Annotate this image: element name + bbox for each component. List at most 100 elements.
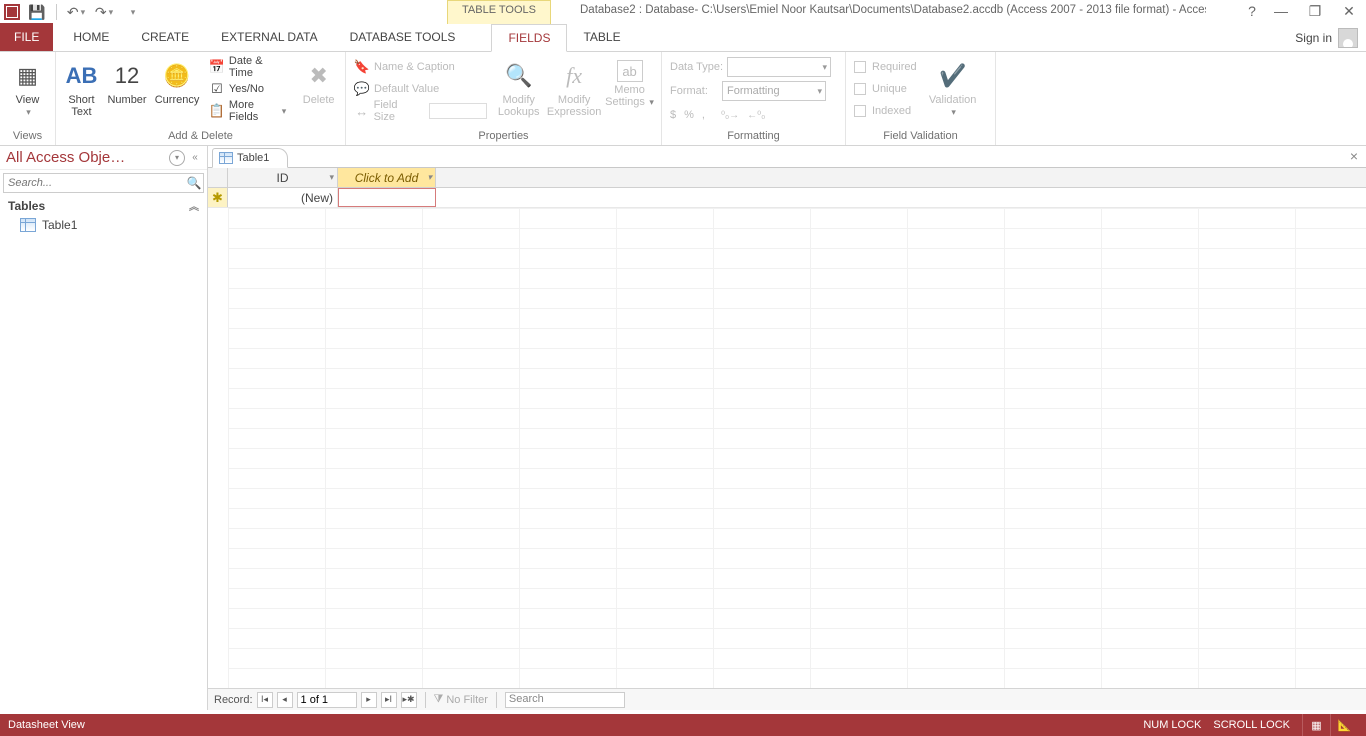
nav-group-label: Tables [8,199,45,213]
select-all-corner[interactable] [208,168,228,187]
cell-active-new[interactable] [338,188,436,207]
column-dropdown-icon[interactable]: ▾ [329,172,334,183]
view-design-icon[interactable]: 📐 [1330,714,1358,736]
comma-format-icon: , [702,109,705,121]
format-label: Format: [670,85,718,97]
data-type-combo [727,57,831,77]
data-type-label: Data Type: [670,61,723,73]
group-field-validation: Field Validation [852,128,989,145]
default-value-icon: 💬 [354,81,370,97]
validation-label: Validation [929,94,977,106]
tab-file[interactable]: FILE [0,23,53,51]
qat-sep [56,4,57,20]
tab-table[interactable]: TABLE [567,23,636,51]
modify-expression-label: ModifyExpression [547,94,601,118]
more-fields-label: More Fields [229,99,276,123]
group-properties: Properties [352,128,655,145]
checkbox-icon [854,61,866,73]
tag-icon: 🔖 [354,59,370,75]
short-text-button[interactable]: AB ShortText [62,56,101,118]
column-dropdown-icon[interactable]: ▾ [427,172,432,183]
required-label: Required [872,61,917,73]
record-position-input[interactable] [297,692,357,708]
required-checkbox: Required [852,56,919,78]
tab-home[interactable]: HOME [57,23,125,51]
field-size-icon: ↔ [354,103,370,119]
view-button[interactable]: ▦ View▾ [6,56,49,118]
default-value-label: Default Value [374,83,439,95]
name-caption-button: 🔖Name & Caption [352,56,489,78]
delete-button: ✖ Delete [298,56,339,106]
record-prev-icon[interactable]: ◂ [277,692,293,708]
calendar-icon: 📅 [209,59,225,75]
number-button[interactable]: 12 Number [105,56,149,106]
sign-in-link[interactable]: Sign in [1295,31,1332,45]
record-search-input[interactable]: Search [505,692,625,708]
qat-save-icon[interactable]: 💾 [26,1,48,23]
search-icon[interactable]: 🔍 [185,176,203,190]
row-selector-new[interactable]: ✱ [208,188,228,207]
yes-no-button[interactable]: ☑ Yes/No [207,78,288,100]
column-header-click-to-add[interactable]: Click to Add ▾ [338,168,436,187]
datasheet-view-icon: ▦ [12,60,44,92]
group-views: Views [6,128,49,145]
record-last-icon[interactable]: ▸I [381,692,397,708]
qat-customize-icon[interactable]: ▾ [121,1,143,23]
qat-redo-icon[interactable]: ↷▾ [93,1,115,23]
table-icon [20,218,36,232]
restore-icon[interactable]: ❐ [1298,0,1332,22]
checkbox-icon: ☑ [209,81,225,97]
tab-create[interactable]: CREATE [125,23,205,51]
document-tab-table1[interactable]: Table1 [212,148,288,168]
currency-format-icon: $ [670,109,676,121]
close-icon[interactable]: ✕ [1332,0,1366,22]
decrease-decimals-icon: ←⁰₀ [747,110,765,121]
tab-database-tools[interactable]: DATABASE TOOLS [334,23,472,51]
yes-no-label: Yes/No [229,83,264,95]
minimize-icon[interactable]: ― [1264,0,1298,22]
nav-shutter-icon[interactable]: « [189,152,201,163]
record-next-icon[interactable]: ▸ [361,692,377,708]
unique-label: Unique [872,83,907,95]
document-tab-label: Table1 [237,152,269,164]
indexed-checkbox: Indexed [852,100,919,122]
more-fields-button[interactable]: 📋More Fields▾ [207,100,288,122]
percent-format-icon: % [684,109,694,121]
currency-icon: 🪙 [161,60,193,92]
cell-id-new[interactable]: (New) [228,188,338,207]
collapse-icon[interactable]: ︽ [189,198,199,213]
qat-undo-icon[interactable]: ↶▾ [65,1,87,23]
document-close-icon[interactable]: × [1346,148,1362,164]
grid-background [228,208,1366,688]
format-combo: Formatting [722,81,826,101]
nav-search-input[interactable] [4,177,185,189]
date-time-button[interactable]: 📅Date & Time [207,56,288,78]
table-icon [219,152,233,164]
view-datasheet-icon[interactable]: ▦ [1302,714,1330,736]
nav-group-tables[interactable]: Tables ︽ [0,196,207,215]
group-add-delete: Add & Delete [62,128,339,145]
user-avatar-icon[interactable] [1338,28,1358,48]
tab-fields[interactable]: FIELDS [491,24,567,52]
contextual-tab-label: TABLE TOOLS [447,0,551,24]
currency-button[interactable]: 🪙 Currency [153,56,201,106]
record-first-icon[interactable]: I◂ [257,692,273,708]
increase-decimals-icon: ⁰₀→ [721,110,739,121]
column-header-id[interactable]: ID ▾ [228,168,338,187]
nav-item-table1[interactable]: Table1 [0,215,207,235]
nav-filter-icon[interactable]: ▾ [169,150,185,166]
nav-item-label: Table1 [42,218,77,232]
nav-search[interactable]: 🔍 [3,173,204,193]
help-icon[interactable]: ? [1240,0,1264,22]
tab-external-data[interactable]: EXTERNAL DATA [205,23,333,51]
validation-icon: ✔️ [937,60,969,92]
record-new-icon[interactable]: ▸✱ [401,692,417,708]
data-type-row: Data Type: [668,56,839,78]
view-label: View [16,94,40,106]
nav-header[interactable]: All Access Obje… [6,149,125,166]
number-icon: 12 [111,60,143,92]
modify-expression-button: fx ModifyExpression [548,56,600,118]
column-id-label: ID [277,171,289,185]
field-size-row: ↔Field Size [352,100,489,122]
unique-checkbox: Unique [852,78,919,100]
